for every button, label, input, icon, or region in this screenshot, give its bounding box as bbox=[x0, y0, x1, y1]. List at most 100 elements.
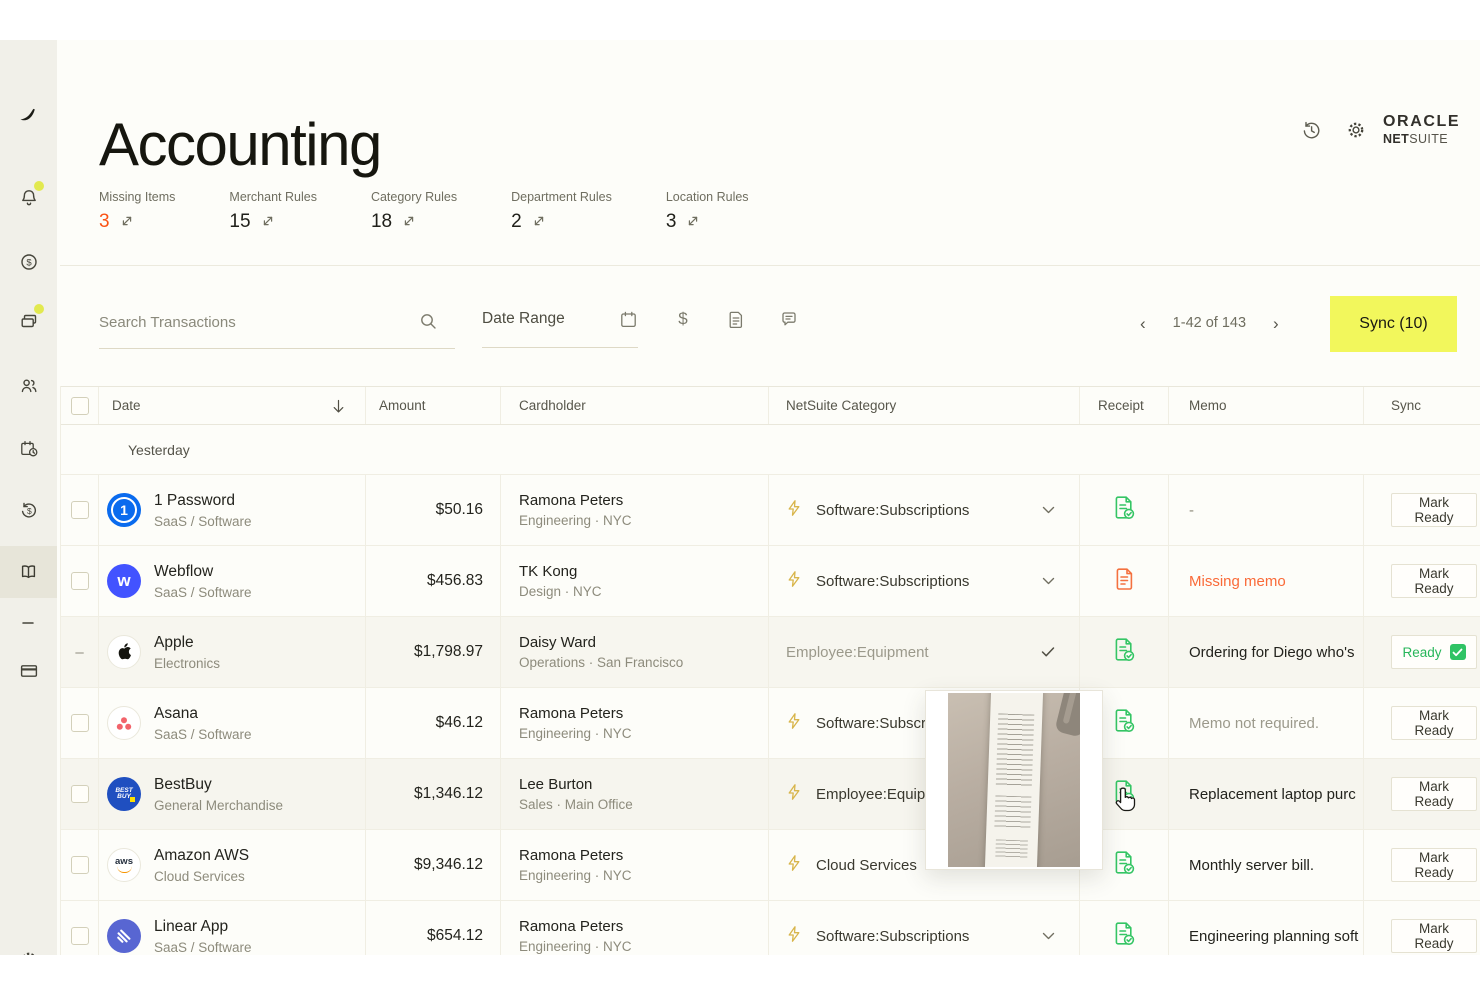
auto-categorized-bolt-icon bbox=[786, 499, 802, 522]
sidebar-item-logo-icon[interactable] bbox=[0, 93, 57, 137]
mark-ready-button[interactable]: Mark Ready bbox=[1391, 919, 1477, 953]
date-range-filter[interactable]: Date Range bbox=[482, 300, 638, 348]
expand-icon[interactable] bbox=[262, 211, 274, 233]
merchant-cell: BESTBUYBestBuyGeneral Merchandise bbox=[99, 759, 366, 829]
column-header-date[interactable]: Date bbox=[99, 387, 366, 424]
ready-button[interactable]: Ready bbox=[1391, 635, 1477, 669]
oracle-netsuite-logo: ORACLE NETSUITE bbox=[1383, 114, 1460, 146]
netsuite-category-dropdown[interactable]: Employee:Equipment bbox=[769, 617, 1080, 687]
sidebar-item-bell-icon[interactable] bbox=[0, 176, 57, 220]
ready-checkbox-icon[interactable] bbox=[1450, 644, 1466, 660]
receipt-filter-icon[interactable] bbox=[723, 306, 749, 332]
prev-page-icon[interactable]: ‹ bbox=[1140, 315, 1146, 332]
row-checkbox[interactable] bbox=[61, 759, 99, 829]
merchant-cell: 11 PasswordSaaS / Software bbox=[99, 475, 366, 545]
memo-text: Ordering for Diego who's bbox=[1189, 644, 1354, 661]
amount-cell: $46.12 bbox=[366, 688, 501, 758]
sync-button[interactable]: Sync (10) bbox=[1330, 296, 1457, 352]
merchant-cell: wWebflowSaaS / Software bbox=[99, 546, 366, 616]
expand-icon[interactable] bbox=[687, 211, 699, 233]
row-checkbox[interactable] bbox=[61, 688, 99, 758]
svg-text:$: $ bbox=[27, 506, 32, 516]
memo-cell: - bbox=[1169, 475, 1364, 545]
notification-dot bbox=[34, 304, 44, 314]
cardholder-cell: Daisy WardOperations · San Francisco bbox=[501, 617, 769, 687]
chevron-down-icon[interactable] bbox=[1042, 932, 1055, 940]
sidebar-item-calendar-clock-icon[interactable] bbox=[0, 427, 57, 471]
sidebar-item-cards-icon[interactable] bbox=[0, 299, 57, 343]
row-checkbox[interactable] bbox=[61, 475, 99, 545]
cardholder-cell: Lee BurtonSales · Main Office bbox=[501, 759, 769, 829]
expand-icon[interactable] bbox=[533, 211, 545, 233]
merchant-cell: AppleElectronics bbox=[99, 617, 366, 687]
row-checkbox[interactable] bbox=[61, 830, 99, 900]
merchant-name: Linear App bbox=[154, 918, 252, 936]
merchant-logo-linear bbox=[107, 919, 141, 953]
select-all-checkbox[interactable] bbox=[61, 387, 99, 424]
expand-icon[interactable] bbox=[121, 211, 133, 233]
next-page-icon[interactable]: › bbox=[1273, 315, 1279, 332]
cardholder-detail: Engineering · NYC bbox=[519, 939, 632, 954]
mark-ready-button[interactable]: Mark Ready bbox=[1391, 777, 1477, 811]
row-checkbox[interactable] bbox=[61, 546, 99, 616]
mark-ready-button[interactable]: Mark Ready bbox=[1391, 848, 1477, 882]
cardholder-detail: Operations · San Francisco bbox=[519, 655, 683, 670]
sidebar-item-credit-card-icon[interactable] bbox=[0, 649, 57, 693]
merchant-name: BestBuy bbox=[154, 776, 283, 794]
column-header-sync[interactable]: Sync bbox=[1364, 387, 1480, 424]
search-field[interactable] bbox=[99, 300, 455, 349]
cardholder-cell: Ramona PetersEngineering · NYC bbox=[501, 475, 769, 545]
memo-cell: Monthly server bill. bbox=[1169, 830, 1364, 900]
receipt-attached-icon[interactable] bbox=[1113, 637, 1136, 667]
memo-cell: Ordering for Diego who's bbox=[1169, 617, 1364, 687]
receipt-attached-icon[interactable] bbox=[1113, 921, 1136, 951]
memo-text: Replacement laptop purc bbox=[1189, 786, 1356, 803]
receipt-missing-icon[interactable] bbox=[1114, 567, 1135, 596]
memo-filter-icon[interactable] bbox=[776, 306, 802, 332]
receipt-attached-icon[interactable] bbox=[1113, 708, 1136, 738]
column-header-receipt[interactable]: Receipt bbox=[1080, 387, 1169, 424]
netsuite-category-label: Software:Subscriptions bbox=[816, 502, 969, 519]
sidebar-item-book-icon[interactable] bbox=[0, 546, 57, 598]
stat-merchant-rules: Merchant Rules15 bbox=[229, 190, 317, 233]
stat-category-rules: Category Rules18 bbox=[371, 190, 457, 233]
amount-filter-icon[interactable]: $ bbox=[670, 306, 696, 332]
mark-ready-button[interactable]: Mark Ready bbox=[1391, 564, 1477, 598]
memo-text: Missing memo bbox=[1189, 573, 1286, 590]
merchant-logo-asana bbox=[107, 706, 141, 740]
chevron-down-icon[interactable] bbox=[1042, 506, 1055, 514]
sidebar-item-dollar-refresh-icon[interactable]: $ bbox=[0, 489, 57, 533]
sidebar-item-dollar-circle-icon[interactable]: $ bbox=[0, 240, 57, 284]
header-divider bbox=[60, 265, 1480, 266]
settings-gear-icon[interactable] bbox=[1343, 117, 1369, 143]
column-header-amount[interactable]: Amount bbox=[366, 387, 501, 424]
history-icon[interactable] bbox=[1298, 117, 1324, 143]
table-row: awsAmazon AWSCloud Services$9,346.12Ramo… bbox=[61, 830, 1480, 901]
netsuite-category-dropdown[interactable]: Software:Subscriptions bbox=[769, 475, 1080, 545]
mark-ready-button[interactable]: Mark Ready bbox=[1391, 493, 1477, 527]
search-input[interactable] bbox=[99, 300, 419, 331]
sidebar-item-people-icon[interactable] bbox=[0, 364, 57, 408]
memo-text: Memo not required. bbox=[1189, 715, 1319, 732]
auto-categorized-bolt-icon bbox=[786, 712, 802, 735]
receipt-attached-icon[interactable] bbox=[1113, 850, 1136, 880]
column-header-memo[interactable]: Memo bbox=[1169, 387, 1364, 424]
sync-cell: Mark Ready bbox=[1364, 546, 1480, 616]
column-header-cardholder[interactable]: Cardholder bbox=[501, 387, 769, 424]
footer-mask bbox=[0, 955, 1480, 987]
row-checkbox[interactable]: – bbox=[61, 617, 99, 687]
mark-ready-button[interactable]: Mark Ready bbox=[1391, 706, 1477, 740]
merchant-category: SaaS / Software bbox=[154, 727, 252, 742]
pagination: ‹ 1-42 of 143 › bbox=[1140, 308, 1279, 338]
merchant-logo-1password: 1 bbox=[107, 493, 141, 527]
column-header-netsuite-category[interactable]: NetSuite Category bbox=[769, 387, 1080, 424]
receipt-attached-icon[interactable] bbox=[1113, 495, 1136, 525]
auto-categorized-bolt-icon bbox=[786, 925, 802, 948]
expand-icon[interactable] bbox=[403, 211, 415, 233]
table-row: –AppleElectronics$1,798.97Daisy WardOper… bbox=[61, 617, 1480, 688]
sync-cell: Mark Ready bbox=[1364, 688, 1480, 758]
sidebar: $$ bbox=[0, 40, 57, 955]
receipt-cell bbox=[1080, 617, 1169, 687]
netsuite-category-dropdown[interactable]: Software:Subscriptions bbox=[769, 546, 1080, 616]
chevron-down-icon[interactable] bbox=[1042, 577, 1055, 585]
